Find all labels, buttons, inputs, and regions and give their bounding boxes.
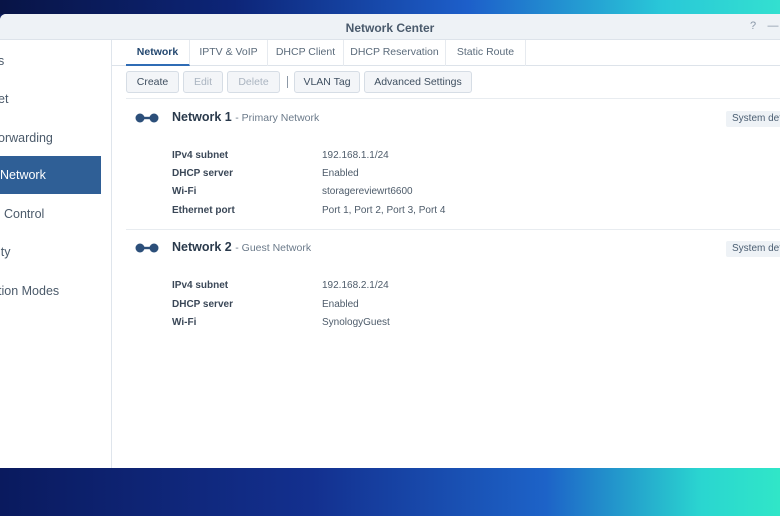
edit-button[interactable]: Edit xyxy=(183,71,223,93)
desktop-background-bottom xyxy=(0,468,780,516)
network-center-window: Network Center ? — s et orwarding Networ… xyxy=(0,14,780,468)
system-default-badge[interactable]: System def xyxy=(726,111,780,127)
sidebar-item-label: Control xyxy=(4,207,45,221)
sidebar-item-status[interactable]: s xyxy=(0,42,101,80)
network-link-icon xyxy=(135,113,159,123)
field-value: SynologyGuest xyxy=(322,317,390,328)
network-name: Network 1 xyxy=(172,110,232,124)
sidebar-item-port-forwarding[interactable]: orwarding xyxy=(0,119,101,157)
sidebar-item-label: et xyxy=(0,92,9,106)
desktop-background-top xyxy=(0,0,780,14)
vlan-tag-button[interactable]: VLAN Tag xyxy=(294,71,360,93)
field-label: Ethernet port xyxy=(172,205,235,216)
sidebar-item-local-network[interactable]: Network xyxy=(0,156,101,194)
network-link-icon xyxy=(135,243,159,253)
field-value: Port 1, Port 2, Port 3, Port 4 xyxy=(322,205,446,216)
sidebar-item-label: s xyxy=(0,54,5,68)
help-icon[interactable]: ? xyxy=(746,19,760,33)
create-button[interactable]: Create xyxy=(126,71,179,93)
field-label: DHCP server xyxy=(172,299,233,310)
system-default-badge[interactable]: System def xyxy=(726,241,780,257)
network-subtitle: - Guest Network xyxy=(235,242,312,254)
toolbar-separator xyxy=(287,76,288,88)
field-label: IPv4 subnet xyxy=(172,150,229,161)
field-value: Enabled xyxy=(322,168,359,179)
tab-network[interactable]: Network xyxy=(126,40,190,66)
sidebar-item-label: orwarding xyxy=(0,131,53,145)
toolbar: Create Edit Delete VLAN Tag Advanced Set… xyxy=(112,66,780,98)
field-value: storagereviewrt6600 xyxy=(322,186,413,197)
sidebar-item-operation-modes[interactable]: tion Modes xyxy=(0,272,101,310)
network-name: Network 2 xyxy=(172,240,232,254)
toolbar-divider xyxy=(126,98,780,99)
advanced-settings-button[interactable]: Advanced Settings xyxy=(364,71,472,93)
field-label: Wi-Fi xyxy=(172,317,197,328)
tab-dhcp-reservation[interactable]: DHCP Reservation xyxy=(344,40,446,66)
network-subtitle: - Primary Network xyxy=(235,112,320,124)
field-label: DHCP server xyxy=(172,168,233,179)
window-titlebar[interactable]: Network Center ? — xyxy=(0,14,780,40)
field-value: Enabled xyxy=(322,299,359,310)
network-1-title[interactable]: Network 1 - Primary Network xyxy=(172,110,319,124)
sidebar-item-label: tion Modes xyxy=(0,284,60,298)
tab-dhcp-client[interactable]: DHCP Client xyxy=(268,40,344,66)
sidebar-item-security[interactable]: ity xyxy=(0,233,101,271)
field-label: Wi-Fi xyxy=(172,186,197,197)
field-value: 192.168.2.1/24 xyxy=(322,280,389,291)
sidebar-item-label: Network xyxy=(0,168,46,182)
field-value: 192.168.1.1/24 xyxy=(322,150,389,161)
window-title: Network Center xyxy=(345,21,435,35)
field-label: IPv4 subnet xyxy=(172,280,229,291)
sidebar: s et orwarding Network Control ity tion … xyxy=(0,40,112,468)
tab-iptv-voip[interactable]: IPTV & VoIP xyxy=(190,40,268,66)
tab-bar: Network IPTV & VoIP DHCP Client DHCP Res… xyxy=(112,40,780,66)
sidebar-item-label: ity xyxy=(0,245,11,259)
sidebar-item-internet[interactable]: et xyxy=(0,80,101,118)
section-divider xyxy=(126,229,780,230)
network-2-title[interactable]: Network 2 - Guest Network xyxy=(172,240,311,254)
minimize-icon[interactable]: — xyxy=(766,19,780,33)
tab-static-route[interactable]: Static Route xyxy=(446,40,526,66)
delete-button[interactable]: Delete xyxy=(227,71,280,93)
sidebar-item-parental-control[interactable]: Control xyxy=(0,195,101,233)
